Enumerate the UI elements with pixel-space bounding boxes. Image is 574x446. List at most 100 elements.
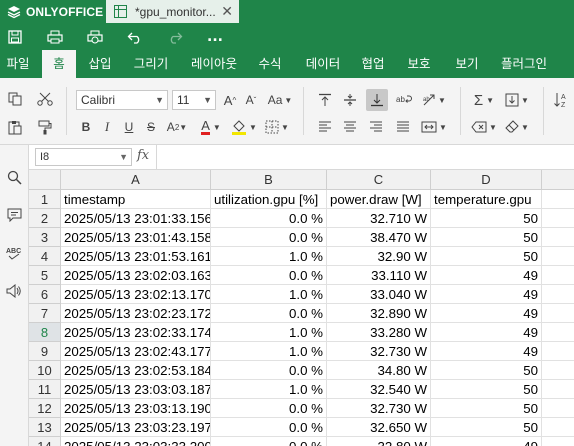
- cell-a-row-2[interactable]: 2025/05/13 23:01:33.156: [61, 209, 211, 228]
- cell-b-row-3[interactable]: 0.0 %: [211, 228, 327, 247]
- cell-d-row-2[interactable]: 50: [431, 209, 542, 228]
- cell-b-row-11[interactable]: 1.0 %: [211, 380, 327, 399]
- cell-c-row-5[interactable]: 33.110 W: [327, 266, 431, 285]
- cell-b-row-2[interactable]: 0.0 %: [211, 209, 327, 228]
- cell-e-row-1[interactable]: [542, 190, 574, 209]
- cell-b-row-9[interactable]: 1.0 %: [211, 342, 327, 361]
- menu-home[interactable]: 홈: [42, 50, 76, 78]
- cell-e-row-10[interactable]: [542, 361, 574, 380]
- sort-ascending-icon[interactable]: AZ: [553, 90, 574, 110]
- change-case-icon[interactable]: Aa ▼: [265, 90, 295, 110]
- cell-c-row-1[interactable]: power.draw [W]: [327, 190, 431, 209]
- row-header-8[interactable]: 8: [29, 323, 61, 342]
- row-header-7[interactable]: 7: [29, 304, 61, 323]
- cell-c-row-2[interactable]: 32.710 W: [327, 209, 431, 228]
- sum-icon[interactable]: Σ ▼: [470, 90, 498, 110]
- align-center-icon[interactable]: [340, 117, 360, 137]
- merge-cells-icon[interactable]: ▼: [420, 117, 448, 137]
- cell-e-row-4[interactable]: [542, 247, 574, 266]
- column-header-a[interactable]: A: [61, 170, 211, 190]
- cell-a-row-12[interactable]: 2025/05/13 23:03:13.190: [61, 399, 211, 418]
- cell-c-row-10[interactable]: 34.80 W: [327, 361, 431, 380]
- copy-icon[interactable]: [5, 89, 25, 109]
- cell-a-row-5[interactable]: 2025/05/13 23:02:03.163: [61, 266, 211, 285]
- bold-button[interactable]: B: [76, 117, 96, 137]
- cell-c-row-14[interactable]: 32.80 W: [327, 437, 431, 446]
- cell-e-row-11[interactable]: [542, 380, 574, 399]
- decrease-font-icon[interactable]: Aˇ: [241, 90, 261, 110]
- cell-b-row-8[interactable]: 1.0 %: [211, 323, 327, 342]
- cell-e-row-7[interactable]: [542, 304, 574, 323]
- align-top-icon[interactable]: [315, 90, 335, 110]
- italic-button[interactable]: I: [97, 117, 117, 137]
- quick-print-icon[interactable]: [85, 27, 105, 47]
- align-left-icon[interactable]: [315, 117, 335, 137]
- cell-a-row-10[interactable]: 2025/05/13 23:02:53.184: [61, 361, 211, 380]
- menu-layout[interactable]: 레이아웃: [186, 50, 242, 78]
- cell-d-row-5[interactable]: 49: [431, 266, 542, 285]
- menu-data[interactable]: 데이터: [302, 50, 344, 78]
- menu-formula[interactable]: 수식: [255, 50, 285, 78]
- cell-d-row-4[interactable]: 50: [431, 247, 542, 266]
- cell-a-row-7[interactable]: 2025/05/13 23:02:23.172: [61, 304, 211, 323]
- underline-button[interactable]: U: [119, 117, 139, 137]
- cell-a-row-13[interactable]: 2025/05/13 23:03:23.197: [61, 418, 211, 437]
- cell-e-row-9[interactable]: [542, 342, 574, 361]
- menu-collaboration[interactable]: 협업: [358, 50, 388, 78]
- strikethrough-button[interactable]: S: [141, 117, 161, 137]
- borders-icon[interactable]: ▼: [263, 117, 291, 137]
- row-header-9[interactable]: 9: [29, 342, 61, 361]
- cell-a-row-1[interactable]: timestamp: [61, 190, 211, 209]
- menu-draw[interactable]: 그리기: [130, 50, 172, 78]
- cell-e-row-14[interactable]: [542, 437, 574, 446]
- cell-d-row-11[interactable]: 50: [431, 380, 542, 399]
- menu-insert[interactable]: 삽입: [84, 50, 116, 78]
- cell-e-row-6[interactable]: [542, 285, 574, 304]
- format-painter-icon[interactable]: [35, 117, 55, 137]
- cell-c-row-8[interactable]: 33.280 W: [327, 323, 431, 342]
- cell-b-row-4[interactable]: 1.0 %: [211, 247, 327, 266]
- menu-plugins[interactable]: 플러그인: [498, 50, 550, 78]
- row-header-2[interactable]: 2: [29, 209, 61, 228]
- fill-icon[interactable]: ▼: [503, 90, 531, 110]
- close-tab-icon[interactable]: ✕: [221, 3, 233, 20]
- font-size-select[interactable]: 11 ▼: [172, 90, 216, 110]
- cell-a-row-8[interactable]: 2025/05/13 23:02:33.174: [61, 323, 211, 342]
- cell-c-row-7[interactable]: 32.890 W: [327, 304, 431, 323]
- save-icon[interactable]: [5, 27, 25, 47]
- cell-c-row-3[interactable]: 38.470 W: [327, 228, 431, 247]
- cell-reference-box[interactable]: I8 ▼: [35, 148, 132, 166]
- cell-b-row-10[interactable]: 0.0 %: [211, 361, 327, 380]
- cell-e-row-3[interactable]: [542, 228, 574, 247]
- wrap-text-icon[interactable]: ab: [394, 90, 414, 110]
- cell-e-row-13[interactable]: [542, 418, 574, 437]
- cell-d-row-12[interactable]: 50: [431, 399, 542, 418]
- align-right-icon[interactable]: [366, 117, 386, 137]
- cell-d-row-9[interactable]: 49: [431, 342, 542, 361]
- row-header-5[interactable]: 5: [29, 266, 61, 285]
- subscript-button[interactable]: A 2 ▼: [164, 117, 190, 137]
- align-middle-icon[interactable]: [340, 90, 360, 110]
- cell-e-row-12[interactable]: [542, 399, 574, 418]
- undo-icon[interactable]: [125, 27, 145, 47]
- cell-b-row-14[interactable]: 0.0 %: [211, 437, 327, 446]
- align-bottom-icon[interactable]: [366, 89, 388, 111]
- feedback-icon[interactable]: [4, 281, 24, 301]
- more-icon[interactable]: ...: [205, 27, 225, 47]
- cell-a-row-9[interactable]: 2025/05/13 23:02:43.177: [61, 342, 211, 361]
- text-orientation-icon[interactable]: ab ▼: [420, 90, 448, 110]
- menu-view[interactable]: 보기: [452, 50, 482, 78]
- document-tab[interactable]: *gpu_monitor... ✕: [106, 0, 239, 23]
- cell-e-row-5[interactable]: [542, 266, 574, 285]
- cell-a-row-3[interactable]: 2025/05/13 23:01:43.158: [61, 228, 211, 247]
- spellcheck-icon[interactable]: ABC: [4, 243, 24, 263]
- function-icon[interactable]: fx: [137, 148, 149, 163]
- column-header-c[interactable]: C: [327, 170, 431, 190]
- select-all-corner[interactable]: [29, 170, 61, 190]
- search-icon[interactable]: [4, 167, 24, 187]
- formula-input[interactable]: [159, 148, 569, 166]
- cell-d-row-8[interactable]: 49: [431, 323, 542, 342]
- fill-color-icon[interactable]: ▼: [230, 117, 258, 137]
- cell-a-row-14[interactable]: 2025/05/13 23:03:33.200: [61, 437, 211, 446]
- cell-a-row-11[interactable]: 2025/05/13 23:03:03.187: [61, 380, 211, 399]
